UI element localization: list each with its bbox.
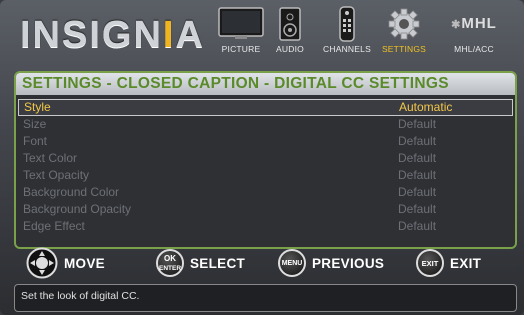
settings-panel: SETTINGS - CLOSED CAPTION - DIGITAL CC S… <box>14 71 517 249</box>
row-value: Automatic <box>399 100 453 114</box>
row-value: Default <box>398 202 437 216</box>
mhl-logo-icon: ✱MHL <box>451 15 497 32</box>
row-label: Background Color <box>23 185 120 199</box>
menu-header: INSIGNIA PICTURE AUDIO CHANNELS SETTINGS… <box>0 0 524 74</box>
exit-button-icon: EXIT <box>416 249 444 277</box>
hint-exit: EXIT EXIT <box>416 247 481 279</box>
help-text-box: Set the look of digital CC. <box>14 284 517 312</box>
nav-settings[interactable]: SETTINGS <box>378 6 430 70</box>
nav-channels-label: CHANNELS <box>323 44 371 54</box>
hint-select: OK ENTER SELECT <box>156 247 245 279</box>
speaker-icon <box>279 7 301 41</box>
row-value: Default <box>398 134 437 148</box>
tv-menu-frame: INSIGNIA PICTURE AUDIO CHANNELS SETTINGS… <box>0 0 524 315</box>
nav-picture[interactable]: PICTURE <box>214 6 268 70</box>
hint-previous: MENU PREVIOUS <box>278 247 384 279</box>
menu-row-text-color[interactable]: Text Color Default <box>18 150 513 167</box>
gear-icon <box>388 8 420 40</box>
menu-row-size[interactable]: Size Default <box>18 116 513 133</box>
menu-row-font[interactable]: Font Default <box>18 133 513 150</box>
panel-title: SETTINGS - CLOSED CAPTION - DIGITAL CC S… <box>16 73 515 95</box>
remote-hints-bar: MOVE OK ENTER SELECT MENU PREVIOUS EXIT E… <box>0 247 524 281</box>
hint-previous-label: PREVIOUS <box>312 255 385 271</box>
row-value: Default <box>398 117 437 131</box>
remote-icon <box>339 6 355 42</box>
help-text: Set the look of digital CC. <box>21 290 140 302</box>
row-value: Default <box>398 185 437 199</box>
hint-exit-label: EXIT <box>450 255 482 271</box>
tv-icon <box>218 7 264 39</box>
nav-mhl-acc[interactable]: ✱MHL MHL/ACC <box>436 6 512 70</box>
row-label: Edge Effect <box>23 219 85 233</box>
dpad-icon <box>26 247 58 279</box>
hint-move-label: MOVE <box>64 255 105 271</box>
insignia-logo: INSIGNIA <box>20 14 205 56</box>
hint-select-label: SELECT <box>190 255 246 271</box>
nav-channels[interactable]: CHANNELS <box>318 6 376 70</box>
menu-row-text-opacity[interactable]: Text Opacity Default <box>18 167 513 184</box>
menu-row-background-color[interactable]: Background Color Default <box>18 184 513 201</box>
row-value: Default <box>398 168 437 182</box>
row-label: Size <box>23 117 47 131</box>
menu-row-background-opacity[interactable]: Background Opacity Default <box>18 201 513 218</box>
row-value: Default <box>398 219 437 233</box>
row-label: Text Color <box>23 151 78 165</box>
menu-button-icon: MENU <box>278 249 306 277</box>
hint-move: MOVE <box>26 247 105 279</box>
nav-picture-label: PICTURE <box>221 44 261 54</box>
row-label: Font <box>23 134 48 148</box>
nav-audio[interactable]: AUDIO <box>272 6 308 70</box>
nav-audio-label: AUDIO <box>276 44 304 54</box>
nav-mhl-acc-label: MHL/ACC <box>454 44 494 54</box>
row-label: Text Opacity <box>23 168 90 182</box>
ok-enter-button-icon: OK ENTER <box>156 249 184 277</box>
menu-row-edge-effect[interactable]: Edge Effect Default <box>18 218 513 235</box>
row-value: Default <box>398 151 437 165</box>
nav-settings-label: SETTINGS <box>381 44 427 54</box>
row-label: Style <box>24 100 51 114</box>
menu-row-style[interactable]: Style Automatic <box>18 99 513 116</box>
row-label: Background Opacity <box>23 202 132 216</box>
